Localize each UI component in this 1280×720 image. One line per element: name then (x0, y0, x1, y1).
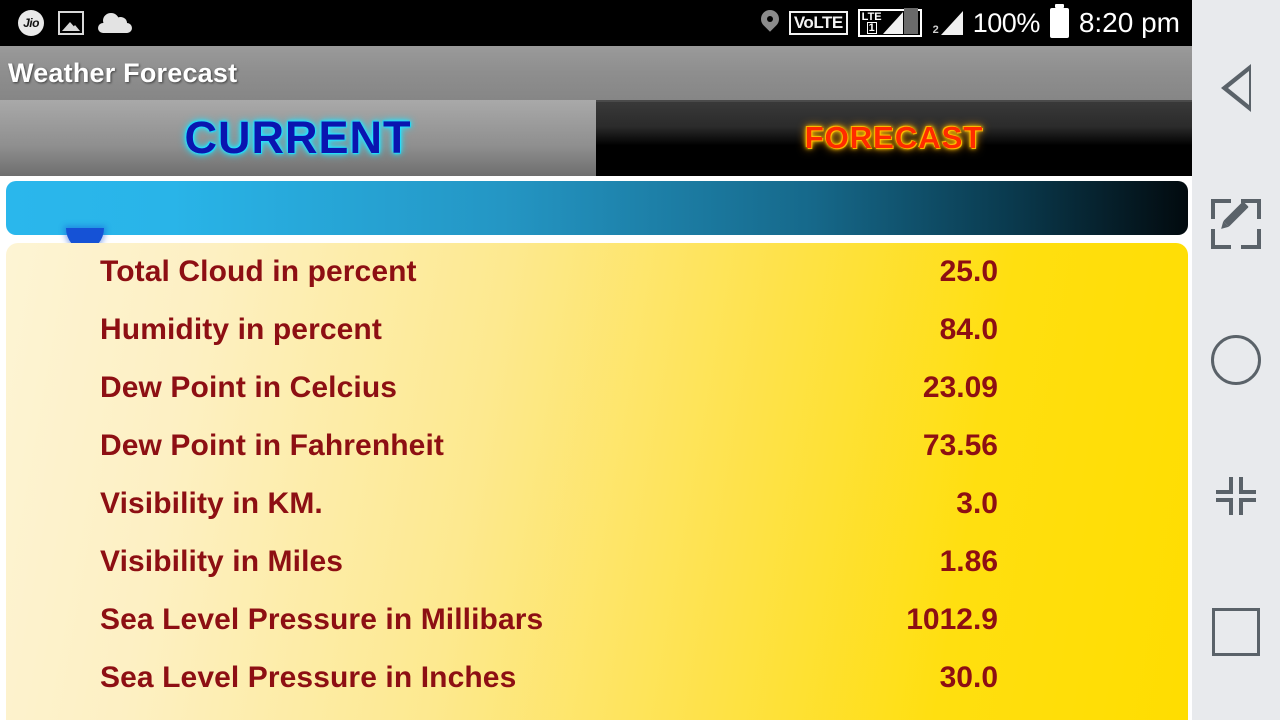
table-row: Dew Point in Celcius 23.09 (6, 371, 1188, 429)
row-label: Dew Point in Fahrenheit (100, 429, 444, 462)
row-value: 1.86 (939, 545, 998, 578)
signal-bars-sim1 (882, 12, 903, 34)
recents-square-icon (1212, 608, 1260, 656)
nav-recents-button[interactable] (1192, 588, 1280, 676)
table-row: Dew Point in Fahrenheit 73.56 (6, 429, 1188, 487)
row-label: Visibility in Miles (100, 545, 344, 578)
row-label: Sea Level Pressure in Millibars (100, 603, 544, 636)
home-circle-icon (1211, 335, 1261, 385)
row-value: 23.09 (922, 371, 998, 404)
row-value: 1012.9 (906, 603, 998, 636)
row-value: 3.0 (956, 487, 998, 520)
sim1-label: 1 (866, 22, 877, 34)
weather-rows: Total Cloud in percent 25.0 Humidity in … (6, 243, 1188, 719)
tab-current[interactable]: CURRENT (0, 100, 596, 176)
image-icon (58, 11, 84, 35)
row-label: Total Cloud in percent (100, 255, 417, 288)
row-label: Sea Level Pressure in Inches (100, 661, 517, 694)
volte-badge: VoLTE (788, 11, 848, 35)
nav-back-button[interactable] (1192, 44, 1280, 132)
status-clock: 8:20 pm (1078, 7, 1180, 38)
row-value: 25.0 (939, 255, 998, 288)
screenshot-edit-icon (1211, 199, 1261, 249)
row-label: Humidity in percent (100, 313, 382, 346)
lte-signal-sim1: LTE 1 (857, 8, 922, 37)
system-nav-bar (1192, 0, 1280, 720)
table-row: Visibility in KM. 3.0 (6, 487, 1188, 545)
cloud-icon (98, 13, 132, 33)
nav-home-button[interactable] (1192, 316, 1280, 404)
signal-sim2: 2 (932, 11, 963, 36)
weather-data-card: Total Cloud in percent 25.0 Humidity in … (6, 243, 1188, 720)
page-title: Weather Forecast (8, 57, 238, 88)
tab-bar: CURRENT FORECAST (0, 100, 1192, 176)
row-label: Dew Point in Celcius (100, 371, 398, 404)
phone-viewport: Jio VoLTE LTE 1 2 100% 8:20 pm Weather F… (0, 0, 1192, 720)
table-row: Sea Level Pressure in Inches 30.0 (6, 661, 1188, 719)
status-bar: Jio VoLTE LTE 1 2 100% 8:20 pm (0, 0, 1192, 46)
tab-current-label: CURRENT (184, 112, 412, 163)
row-label: Visibility in KM. (100, 487, 323, 520)
row-value: 84.0 (939, 313, 998, 346)
lte-label: LTE (861, 11, 882, 23)
battery-icon (1049, 4, 1069, 38)
shrink-screen-icon (1216, 477, 1256, 515)
table-row: Total Cloud in percent 25.0 (6, 255, 1188, 313)
table-row: Visibility in Miles 1.86 (6, 545, 1188, 603)
nav-screenshot-button[interactable] (1192, 180, 1280, 268)
tab-forecast[interactable]: FORECAST (596, 100, 1192, 176)
row-value: 30.0 (939, 661, 998, 694)
table-row: Humidity in percent 84.0 (6, 313, 1188, 371)
back-triangle-icon (1221, 64, 1251, 112)
jio-badge-icon: Jio (18, 10, 44, 36)
sim2-label: 2 (932, 24, 939, 36)
signal-bar-dim (903, 8, 918, 34)
blue-gradient-bar (6, 181, 1188, 235)
table-row: Sea Level Pressure in Millibars 1012.9 (6, 603, 1188, 661)
signal-bars-sim2 (940, 11, 963, 35)
app-title-bar: Weather Forecast (0, 46, 1192, 100)
screen: Jio VoLTE LTE 1 2 100% 8:20 pm Weather F… (0, 0, 1280, 720)
status-bar-right: VoLTE LTE 1 2 100% 8:20 pm (761, 4, 1192, 39)
location-pin-icon (761, 10, 779, 36)
row-value: 73.56 (922, 429, 998, 462)
battery-percent: 100% (972, 7, 1041, 38)
tab-forecast-label: FORECAST (804, 120, 984, 155)
nav-shrink-button[interactable] (1192, 452, 1280, 540)
status-bar-left: Jio (0, 10, 132, 36)
